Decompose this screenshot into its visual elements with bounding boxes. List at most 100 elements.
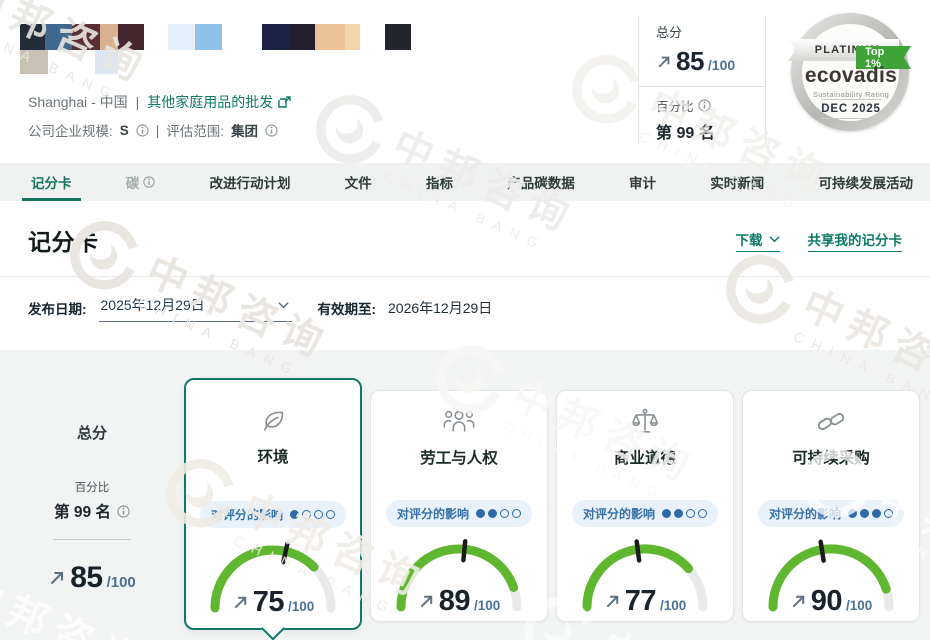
- impact-dot: [488, 509, 497, 518]
- summary-score-value: 85: [70, 561, 102, 595]
- theme-score-denominator: /100: [288, 599, 314, 614]
- theme-name: 环境: [257, 445, 288, 467]
- tab-carbon[interactable]: 碳: [123, 163, 159, 201]
- impact-label: 对评分的影响: [769, 505, 841, 522]
- tab-live-news[interactable]: 实时新闻: [707, 163, 767, 201]
- info-icon[interactable]: [265, 124, 278, 137]
- tab-audits[interactable]: 审计: [626, 163, 659, 201]
- chevron-down-icon: [769, 235, 780, 243]
- share-scorecard-button[interactable]: 共享我的记分卡: [808, 229, 903, 252]
- impact-badge: 对评分的影响: [572, 500, 718, 527]
- gauge-needle: [637, 542, 639, 561]
- industry-link[interactable]: 其他家庭用品的批发: [147, 92, 292, 112]
- impact-label: 对评分的影响: [211, 506, 283, 523]
- logo-block: [262, 24, 290, 50]
- medal-subtitle: Sustainability Rating: [791, 90, 911, 99]
- overall-score-denominator: /100: [708, 57, 735, 73]
- download-button[interactable]: 下载: [736, 229, 780, 252]
- scope-label: 评估范围:: [166, 120, 224, 140]
- valid-until-label: 有效期至:: [318, 298, 377, 318]
- theme-gauge: 89 /100: [389, 535, 529, 615]
- logo-block: [100, 24, 118, 50]
- theme-score-value: 75: [253, 586, 284, 619]
- theme-card-labor-human-rights[interactable]: 劳工与人权 对评分的影响 89 /100: [370, 390, 548, 622]
- themes-board: 总分 百分比 第 99 名 85 /100 环境 对评分的影响: [0, 350, 930, 640]
- info-icon[interactable]: [698, 99, 711, 112]
- impact-dot: [860, 509, 869, 518]
- summary-title: 总分: [0, 422, 184, 443]
- trend-up-icon: [604, 593, 621, 610]
- percentile-value: 第 99 名: [656, 119, 765, 143]
- theme-score-value: 89: [439, 585, 470, 618]
- tab-metrics[interactable]: 指标: [423, 163, 456, 201]
- logo-block: [45, 24, 72, 50]
- chevron-down-icon: [278, 301, 289, 309]
- leaf-icon: [258, 406, 288, 436]
- impact-dot: [674, 509, 683, 518]
- trend-up-icon: [232, 594, 249, 611]
- logo-block: [345, 24, 360, 50]
- company-size-label: 公司企业规模:: [28, 120, 113, 140]
- tab-product-carbon-data[interactable]: 产品碳数据: [504, 163, 578, 201]
- theme-name: 商业道德: [614, 446, 676, 468]
- medal-date: DEC 2025: [791, 103, 911, 115]
- divider: [821, 118, 881, 119]
- overall-summary: 总分 百分比 第 99 名 85 /100: [0, 378, 184, 640]
- company-location-line: Shanghai - 中国 | 其他家庭用品的批发: [28, 92, 292, 112]
- scales-icon: [630, 407, 660, 437]
- logo-block: [95, 50, 118, 74]
- ecovadis-logo: ecovadis: [791, 64, 911, 88]
- page-title: 记分卡: [28, 223, 99, 257]
- summary-score-denominator: /100: [107, 574, 136, 591]
- overall-score-label: 总分: [656, 22, 765, 41]
- theme-score-denominator: /100: [474, 598, 500, 613]
- logo-block: [118, 24, 144, 50]
- separator: |: [156, 123, 160, 138]
- info-icon[interactable]: [136, 124, 149, 137]
- logo-block: [168, 24, 195, 50]
- impact-badge: 对评分的影响: [758, 500, 904, 527]
- impact-dot: [314, 510, 323, 519]
- publish-date-select[interactable]: 2025年12月29日: [99, 294, 292, 322]
- theme-name: 可持续采购: [792, 446, 870, 468]
- logo-block: [290, 24, 315, 50]
- tab-improvement-plan[interactable]: 改进行动计划: [207, 163, 294, 201]
- theme-gauge: 77 /100: [575, 535, 715, 615]
- impact-dot: [476, 509, 485, 518]
- theme-gauge: 75 /100: [203, 536, 343, 616]
- tab-documents[interactable]: 文件: [342, 163, 375, 201]
- divider: [639, 86, 765, 87]
- logo-block: [20, 50, 48, 74]
- impact-dot: [326, 510, 335, 519]
- theme-name: 劳工与人权: [420, 446, 498, 468]
- tab-scorecard[interactable]: 记分卡: [28, 163, 75, 201]
- impact-label: 对评分的影响: [397, 505, 469, 522]
- theme-card-sustainable-procurement[interactable]: 可持续采购 对评分的影响 90 /100: [742, 390, 920, 622]
- info-icon[interactable]: [117, 505, 130, 518]
- logo-block: [20, 24, 45, 50]
- impact-dot: [290, 510, 299, 519]
- logo-block: [195, 24, 222, 50]
- link-icon: [816, 407, 846, 437]
- company-location: Shanghai - 中国: [28, 92, 128, 112]
- tab-sustainability-activities[interactable]: 可持续发展活动: [816, 163, 917, 201]
- impact-dot: [884, 509, 893, 518]
- trend-up-icon: [790, 593, 807, 610]
- header: Shanghai - 中国 | 其他家庭用品的批发 公司企业规模: S | 评估…: [0, 0, 930, 163]
- divider: [53, 539, 131, 540]
- publish-date-label: 发布日期:: [28, 298, 87, 318]
- scope-value: 集团: [231, 120, 258, 140]
- logo-block: [315, 24, 345, 50]
- separator: |: [136, 94, 140, 110]
- overall-score-panel: 总分 85 /100 百分比 第 99 名: [638, 16, 766, 144]
- valid-until-value: 2026年12月29日: [388, 298, 492, 318]
- overall-score-value: 85: [676, 46, 704, 77]
- company-meta-line: 公司企业规模: S | 评估范围: 集团: [28, 120, 278, 140]
- ecovadis-scorecard-page: 中邦咨询 CHINA BANG 中邦咨询 CHINA BANG 中邦咨询 CHI…: [0, 0, 930, 640]
- theme-card-business-ethics[interactable]: 商业道德 对评分的影响 77 /100: [556, 390, 734, 622]
- theme-card-environment[interactable]: 环境 对评分的影响 75 /100: [184, 378, 362, 630]
- impact-badge: 对评分的影响: [386, 500, 532, 527]
- percentile-label: 百分比: [656, 96, 694, 115]
- impact-dots: [290, 510, 335, 519]
- impact-dot: [686, 509, 695, 518]
